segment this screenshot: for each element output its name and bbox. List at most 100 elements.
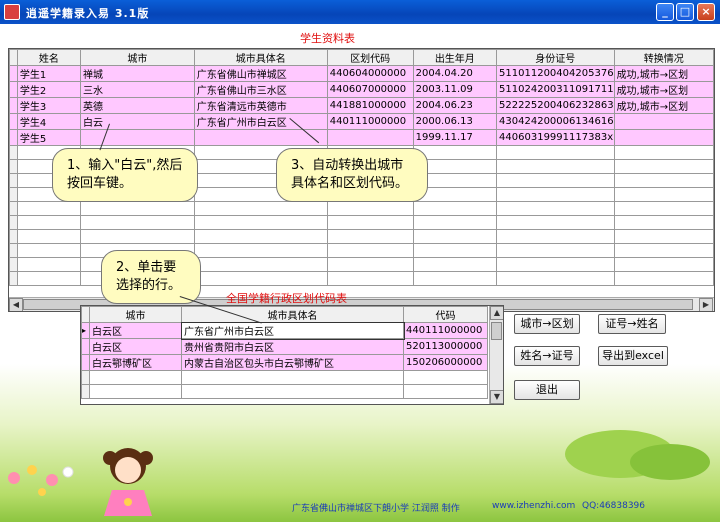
table-row[interactable]: 学生4 白云 广东省广州市白云区 440111000000 2000.06.13 4304… bbox=[9, 113, 714, 130]
table-cell[interactable] bbox=[193, 271, 328, 286]
table-row[interactable] bbox=[81, 370, 488, 385]
table-cell[interactable] bbox=[496, 257, 615, 272]
table-row[interactable]: 白云区 贵州省贵阳市白云区 520113000000 bbox=[81, 338, 488, 355]
column-header[interactable]: 出生年月 bbox=[412, 49, 498, 66]
name-to-id-button[interactable]: 姓名→证号 bbox=[514, 346, 580, 366]
table-cell[interactable] bbox=[613, 173, 714, 188]
table-row[interactable]: 白云鄂博矿区 内蒙古自治区包头市白云鄂博矿区 150206000000 bbox=[81, 354, 488, 371]
table-cell[interactable] bbox=[193, 257, 328, 272]
table-cell[interactable] bbox=[496, 159, 615, 174]
row-indicator[interactable] bbox=[9, 65, 18, 82]
table-cell[interactable] bbox=[181, 370, 404, 385]
row-indicator[interactable] bbox=[9, 201, 18, 216]
column-header[interactable]: 区划代码 bbox=[326, 49, 414, 66]
table-cell[interactable] bbox=[496, 201, 615, 216]
row-indicator[interactable] bbox=[9, 129, 18, 146]
region-grid-vscroll[interactable]: ▲ ▼ bbox=[489, 306, 503, 404]
table-cell[interactable]: 学生4 bbox=[16, 113, 82, 130]
table-cell[interactable] bbox=[80, 215, 195, 230]
table-cell[interactable]: 441881000000 bbox=[326, 97, 414, 114]
table-cell[interactable] bbox=[613, 257, 714, 272]
table-cell[interactable]: 2004.04.20 bbox=[412, 65, 498, 82]
table-cell[interactable] bbox=[496, 215, 615, 230]
table-cell[interactable]: 511024200311091711 bbox=[496, 81, 615, 98]
table-cell[interactable] bbox=[613, 129, 714, 146]
table-cell[interactable]: 学生1 bbox=[16, 65, 82, 82]
region-grid[interactable]: 城市 城市具体名 代码 ▸ 白云区 广东省广州市白云区 440111000000 白云区… bbox=[80, 305, 504, 405]
table-cell[interactable]: 广东省清远市英德市 bbox=[193, 97, 328, 114]
row-indicator[interactable] bbox=[9, 243, 18, 258]
table-cell[interactable] bbox=[496, 271, 615, 286]
table-cell[interactable] bbox=[326, 271, 414, 286]
table-cell[interactable] bbox=[16, 257, 82, 272]
table-row[interactable]: ▸ 白云区 广东省广州市白云区 440111000000 bbox=[81, 321, 488, 340]
table-cell[interactable]: 440604000000 bbox=[326, 65, 414, 82]
table-cell[interactable] bbox=[326, 229, 414, 244]
table-cell[interactable]: 三水 bbox=[80, 81, 195, 98]
website-link[interactable]: www.izhenzhi.com bbox=[492, 501, 575, 511]
table-cell[interactable] bbox=[613, 187, 714, 202]
table-row[interactable]: 学生2 三水 广东省佛山市三水区 440607000000 2003.11.09 5110… bbox=[9, 81, 714, 98]
table-cell[interactable] bbox=[326, 129, 414, 146]
table-cell[interactable]: 贵州省贵阳市白云区 bbox=[181, 338, 404, 355]
table-row[interactable] bbox=[9, 215, 714, 230]
row-indicator[interactable] bbox=[9, 229, 18, 244]
table-cell[interactable] bbox=[496, 187, 615, 202]
scroll-down-icon[interactable]: ▼ bbox=[490, 390, 503, 404]
table-cell[interactable] bbox=[80, 229, 195, 244]
column-header[interactable]: 城市具体名 bbox=[181, 306, 404, 323]
scroll-thumb[interactable] bbox=[491, 322, 502, 340]
table-cell[interactable] bbox=[403, 384, 488, 399]
table-cell[interactable] bbox=[496, 145, 615, 160]
table-cell[interactable]: 150206000000 bbox=[403, 354, 488, 371]
row-indicator[interactable] bbox=[9, 215, 18, 230]
table-cell[interactable] bbox=[613, 215, 714, 230]
column-header[interactable]: 城市 bbox=[80, 49, 195, 66]
table-cell[interactable] bbox=[181, 384, 404, 399]
table-cell[interactable] bbox=[412, 229, 498, 244]
region-table[interactable]: 城市 城市具体名 代码 ▸ 白云区 广东省广州市白云区 440111000000 白云区… bbox=[81, 306, 488, 399]
minimize-button[interactable]: _ bbox=[656, 3, 674, 21]
table-cell[interactable]: 成功,城市→区划 bbox=[613, 81, 714, 98]
scroll-right-icon[interactable]: ▶ bbox=[699, 298, 713, 311]
table-cell[interactable]: 学生3 bbox=[16, 97, 82, 114]
row-indicator[interactable] bbox=[9, 145, 18, 160]
row-indicator[interactable] bbox=[9, 271, 18, 286]
table-cell[interactable] bbox=[613, 159, 714, 174]
table-cell[interactable]: 2000.06.13 bbox=[412, 113, 498, 130]
table-cell[interactable]: 广东省佛山市禅城区 bbox=[193, 65, 328, 82]
table-row[interactable]: 学生1 禅城 广东省佛山市禅城区 440604000000 2004.04.20 5110… bbox=[9, 65, 714, 82]
close-button[interactable]: × bbox=[697, 3, 715, 21]
column-header[interactable]: 城市 bbox=[89, 306, 182, 323]
table-cell[interactable] bbox=[89, 384, 182, 399]
table-cell[interactable]: 广东省广州市白云区 bbox=[193, 113, 328, 130]
row-indicator[interactable] bbox=[9, 97, 18, 114]
table-cell[interactable] bbox=[193, 243, 328, 258]
table-row[interactable]: 学生3 英德 广东省清远市英德市 441881000000 2004.06.23 5222… bbox=[9, 97, 714, 114]
table-cell[interactable]: 44060319991117383x bbox=[496, 129, 615, 146]
table-cell[interactable] bbox=[613, 243, 714, 258]
table-cell[interactable]: 520113000000 bbox=[403, 338, 488, 355]
column-header[interactable]: 姓名 bbox=[16, 49, 82, 66]
table-cell[interactable] bbox=[412, 201, 498, 216]
table-cell[interactable] bbox=[613, 229, 714, 244]
table-cell[interactable] bbox=[326, 201, 414, 216]
table-cell[interactable]: 广东省佛山市三水区 bbox=[193, 81, 328, 98]
table-cell[interactable]: 440111000000 bbox=[326, 113, 414, 130]
row-indicator[interactable] bbox=[9, 81, 18, 98]
table-cell[interactable] bbox=[193, 201, 328, 216]
table-cell[interactable]: 学生5 bbox=[16, 129, 82, 146]
row-indicator[interactable] bbox=[9, 257, 18, 272]
table-row[interactable] bbox=[9, 229, 714, 244]
table-cell[interactable] bbox=[613, 271, 714, 286]
column-header[interactable]: 转换情况 bbox=[613, 49, 714, 66]
table-cell[interactable]: 440111000000 bbox=[403, 322, 488, 339]
table-cell[interactable] bbox=[16, 271, 82, 286]
table-cell[interactable] bbox=[193, 215, 328, 230]
row-indicator[interactable] bbox=[81, 354, 90, 371]
row-indicator[interactable] bbox=[9, 173, 18, 188]
table-cell[interactable] bbox=[613, 201, 714, 216]
table-cell[interactable] bbox=[412, 257, 498, 272]
table-cell[interactable] bbox=[80, 201, 195, 216]
table-cell[interactable]: 英德 bbox=[80, 97, 195, 114]
